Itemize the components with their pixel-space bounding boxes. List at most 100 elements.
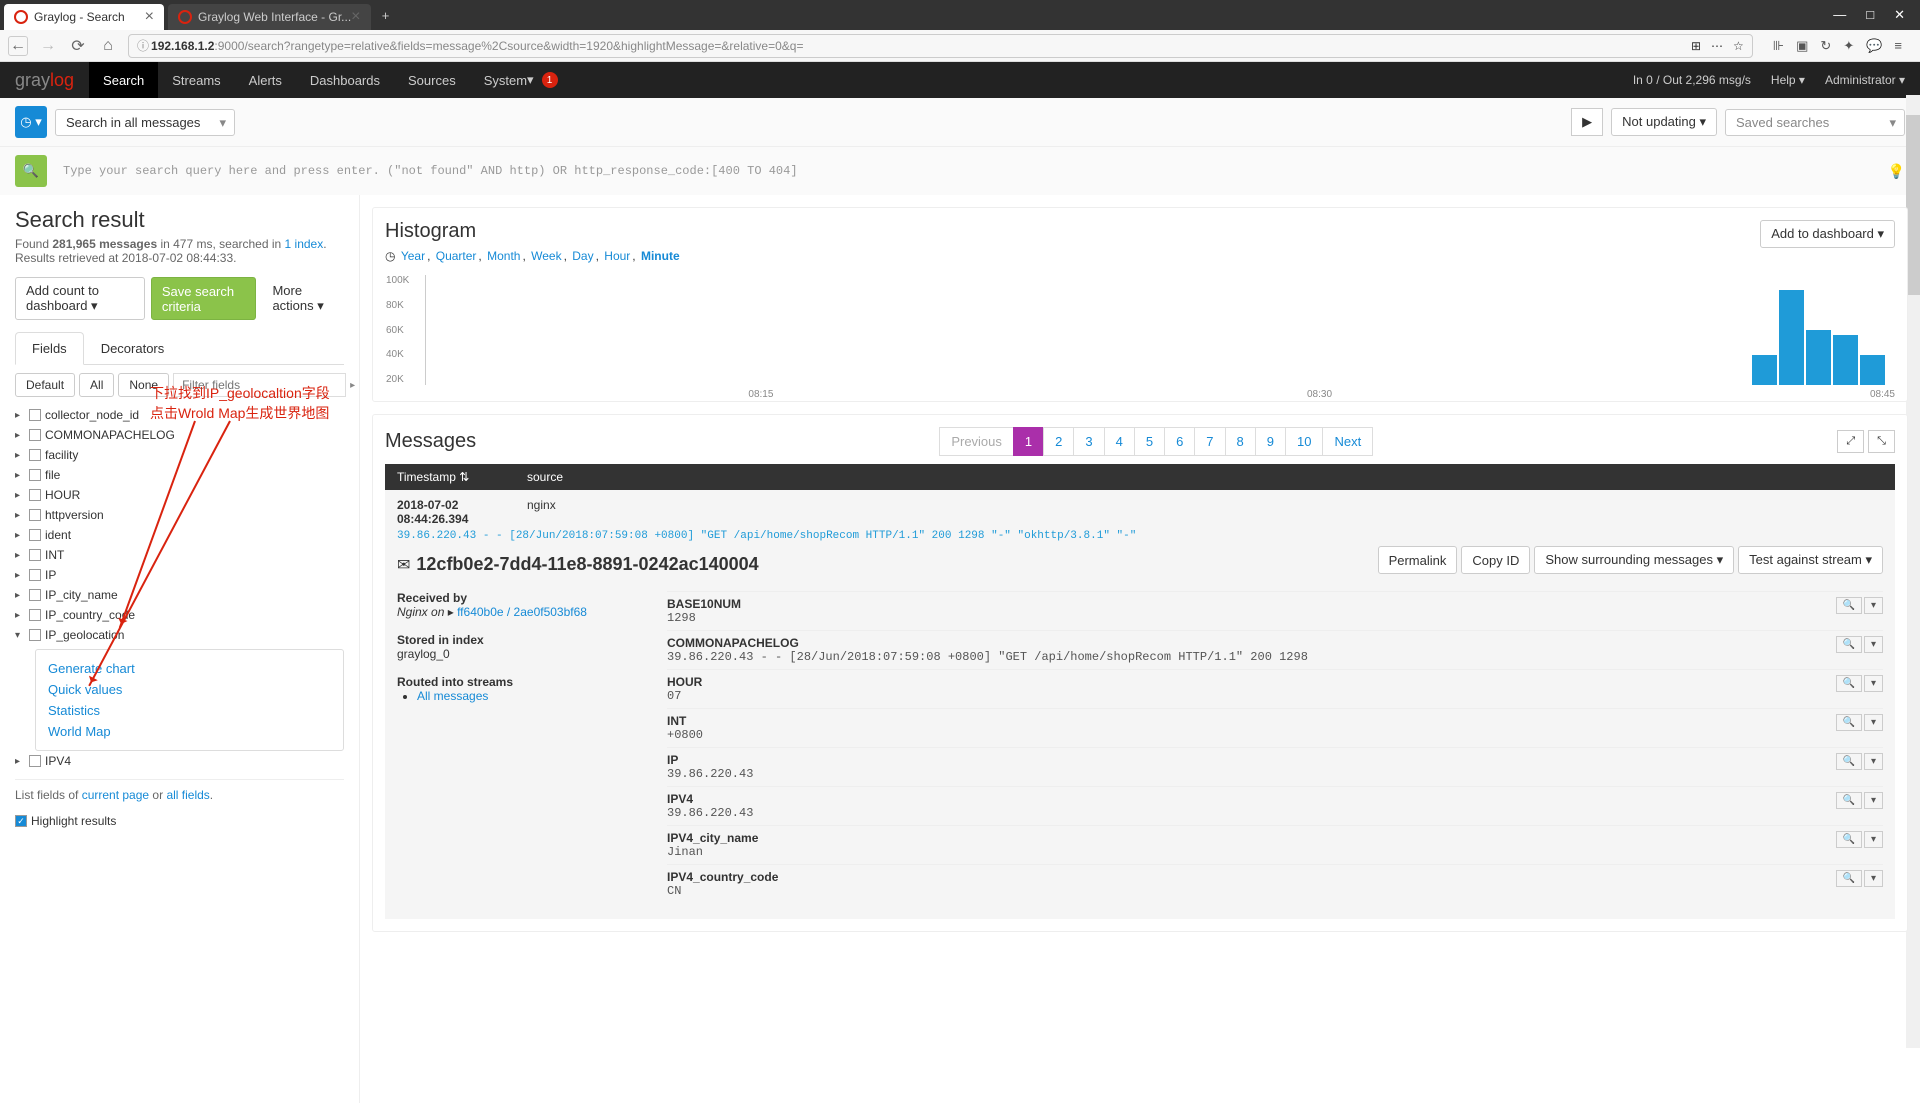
saved-searches[interactable]: Saved searches (1725, 109, 1905, 136)
field-item[interactable]: ▸IP_city_name (15, 585, 344, 605)
home-icon[interactable]: ⌂ (98, 36, 118, 56)
stream-link[interactable]: All messages (417, 689, 488, 703)
help-menu[interactable]: Help ▾ (1771, 73, 1805, 87)
page-3[interactable]: 3 (1073, 427, 1104, 456)
world-map-link[interactable]: World Map (48, 721, 331, 742)
scale-minute[interactable]: Minute (641, 249, 680, 263)
page-6[interactable]: 6 (1164, 427, 1195, 456)
nav-alerts[interactable]: Alerts (235, 62, 296, 98)
page-1[interactable]: 1 (1013, 427, 1044, 456)
reload-icon[interactable]: ⟳ (68, 36, 88, 56)
time-range-button[interactable]: ◷ ▾ (15, 106, 47, 138)
close-icon[interactable]: × (351, 8, 360, 26)
scale-month[interactable]: Month (487, 249, 520, 263)
user-menu[interactable]: Administrator ▾ (1825, 73, 1905, 87)
field-menu-icon[interactable]: ▾ (1864, 753, 1883, 770)
page-prev[interactable]: Previous (939, 427, 1014, 456)
forward-icon[interactable]: → (38, 36, 58, 56)
qr-icon[interactable]: ⊞ (1691, 39, 1701, 53)
field-menu-icon[interactable]: ▾ (1864, 792, 1883, 809)
tab-decorators[interactable]: Decorators (84, 332, 182, 364)
field-item-expanded[interactable]: ▾IP_geolocation (15, 625, 344, 645)
field-menu-icon[interactable]: ▾ (1864, 714, 1883, 731)
close-window-icon[interactable]: ✕ (1894, 7, 1905, 23)
browser-tab-active[interactable]: Graylog - Search × (4, 4, 164, 30)
all-fields-link[interactable]: all fields (166, 788, 209, 802)
page-next[interactable]: Next (1322, 427, 1373, 456)
scale-year[interactable]: Year (401, 249, 425, 263)
field-menu-icon[interactable]: ▾ (1864, 831, 1883, 848)
surrounding-button[interactable]: Show surrounding messages ▾ (1534, 546, 1734, 574)
star-icon[interactable]: ☆ (1733, 39, 1744, 53)
caret-right-icon[interactable]: ▸ (350, 380, 355, 391)
page-5[interactable]: 5 (1134, 427, 1165, 456)
search-field-icon[interactable]: 🔍 (1836, 597, 1862, 614)
close-icon[interactable]: × (145, 8, 154, 26)
highlight-checkbox[interactable]: ✓ Highlight results (15, 810, 344, 832)
search-field-icon[interactable]: 🔍 (1836, 714, 1862, 731)
scale-week[interactable]: Week (531, 249, 561, 263)
field-menu-icon[interactable]: ▾ (1864, 870, 1883, 887)
page-8[interactable]: 8 (1225, 427, 1256, 456)
sidebar-icon[interactable]: ▣ (1796, 38, 1808, 54)
input-link[interactable]: ff640b0e / 2ae0f503bf68 (457, 605, 587, 619)
pill-none[interactable]: None (118, 373, 169, 397)
col-source[interactable]: source (527, 470, 563, 484)
nav-dashboards[interactable]: Dashboards (296, 62, 394, 98)
scrollbar[interactable] (1906, 95, 1920, 1048)
nav-sources[interactable]: Sources (394, 62, 470, 98)
minimize-icon[interactable]: ― (1833, 7, 1846, 23)
message-row[interactable]: 2018-07-02 08:44:26.394 nginx 39.86.220.… (385, 490, 1895, 919)
field-menu-icon[interactable]: ▾ (1864, 597, 1883, 614)
more-actions-button[interactable]: More actions ▾ (262, 277, 344, 320)
url-input[interactable]: ⓘ 192.168.1.2 :9000/search?rangetype=rel… (128, 34, 1753, 58)
search-field-icon[interactable]: 🔍 (1836, 831, 1862, 848)
field-item[interactable]: ▸HOUR (15, 485, 344, 505)
more-icon[interactable]: ⋯ (1711, 39, 1723, 53)
field-item[interactable]: ▸IP_country_code (15, 605, 344, 625)
new-tab-button[interactable]: + (371, 8, 401, 23)
search-field-icon[interactable]: 🔍 (1836, 636, 1862, 653)
field-item[interactable]: ▸COMMONAPACHELOG (15, 425, 344, 445)
expand-icon[interactable]: ⤢ (1837, 430, 1864, 453)
update-interval[interactable]: Not updating ▾ (1611, 108, 1717, 136)
field-menu-icon[interactable]: ▾ (1864, 636, 1883, 653)
search-button[interactable]: 🔍 (15, 155, 47, 187)
statistics-link[interactable]: Statistics (48, 700, 331, 721)
col-timestamp[interactable]: Timestamp ⇅ (397, 470, 527, 484)
page-7[interactable]: 7 (1194, 427, 1225, 456)
search-field-icon[interactable]: 🔍 (1836, 675, 1862, 692)
maximize-icon[interactable]: □ (1866, 7, 1874, 23)
page-10[interactable]: 10 (1285, 427, 1323, 456)
scale-quarter[interactable]: Quarter (436, 249, 477, 263)
logo[interactable]: graylog (0, 70, 89, 91)
search-field-icon[interactable]: 🔍 (1836, 870, 1862, 887)
chat-icon[interactable]: 💬 (1866, 38, 1882, 54)
library-icon[interactable]: ⊪ (1773, 38, 1784, 54)
nav-system[interactable]: System ▾1 (470, 62, 572, 98)
query-input[interactable]: Type your search query here and press en… (55, 156, 1872, 186)
field-item[interactable]: ▸IPV4 (15, 751, 344, 771)
filter-fields-input[interactable] (173, 373, 346, 397)
time-range-select[interactable]: Search in all messages (55, 109, 235, 136)
field-item[interactable]: ▸IP (15, 565, 344, 585)
permalink-button[interactable]: Permalink (1378, 546, 1458, 574)
field-item[interactable]: ▸file (15, 465, 344, 485)
index-link[interactable]: 1 index (285, 237, 324, 251)
menu-icon[interactable]: ≡ (1894, 38, 1902, 54)
play-button[interactable]: ▶ (1571, 108, 1603, 136)
test-stream-button[interactable]: Test against stream ▾ (1738, 546, 1883, 574)
save-criteria-button[interactable]: Save search criteria (151, 277, 257, 320)
page-4[interactable]: 4 (1104, 427, 1135, 456)
page-9[interactable]: 9 (1255, 427, 1286, 456)
sync-icon[interactable]: ↻ (1820, 38, 1831, 54)
pill-default[interactable]: Default (15, 373, 75, 397)
field-item[interactable]: ▸ident (15, 525, 344, 545)
current-page-link[interactable]: current page (82, 788, 149, 802)
ext-icon[interactable]: ✦ (1843, 38, 1854, 54)
add-count-button[interactable]: Add count to dashboard ▾ (15, 277, 145, 320)
field-item[interactable]: ▸collector_node_id (15, 405, 344, 425)
nav-search[interactable]: Search (89, 62, 158, 98)
browser-tab-inactive[interactable]: Graylog Web Interface - Gr... × (168, 4, 371, 30)
page-2[interactable]: 2 (1043, 427, 1074, 456)
